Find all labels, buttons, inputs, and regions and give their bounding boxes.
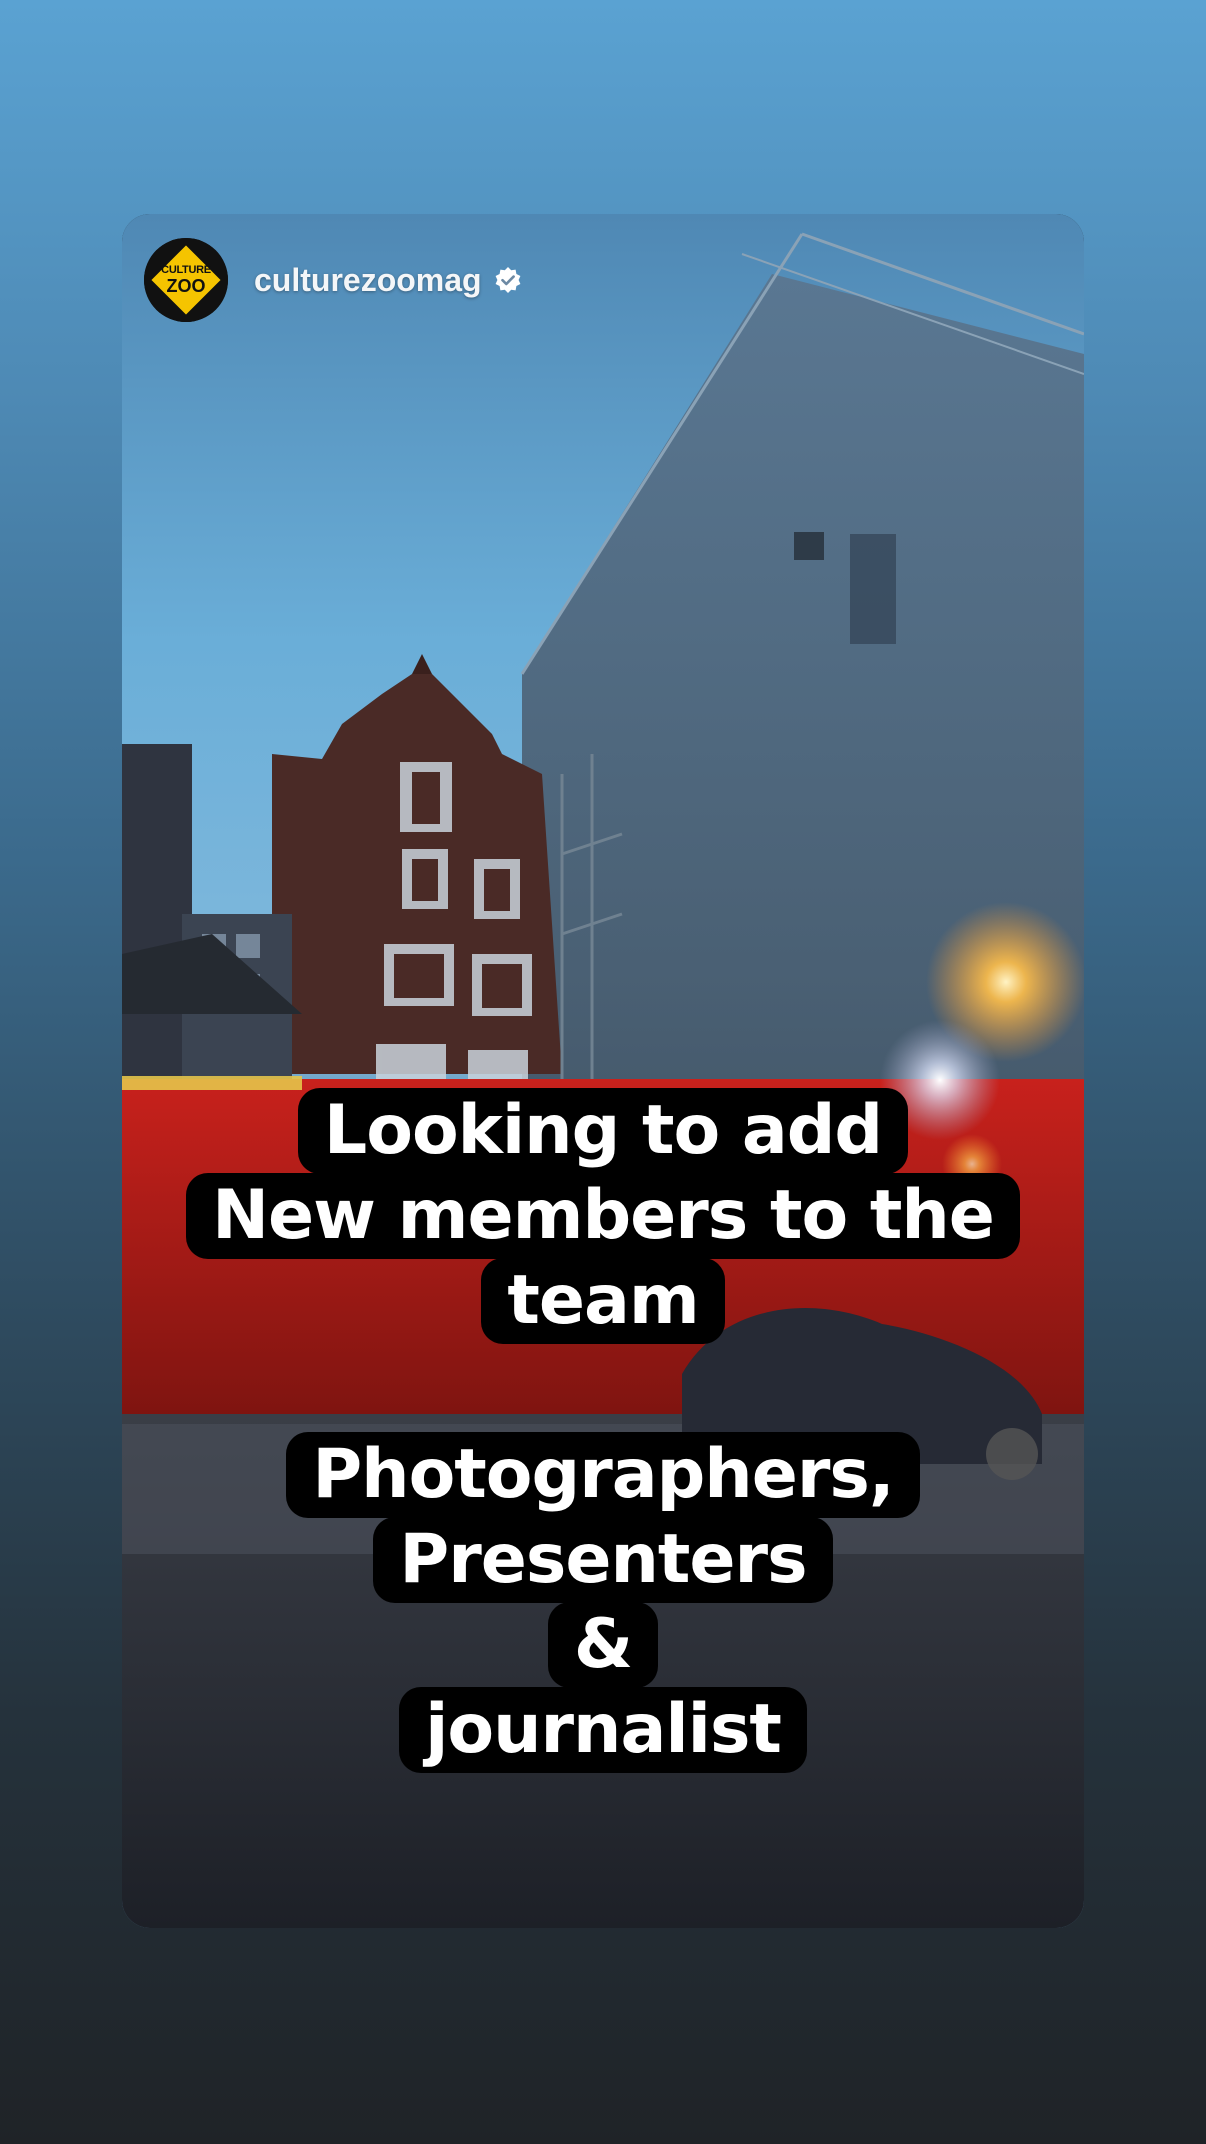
- caption-line: New members to the: [186, 1173, 1020, 1259]
- caption-line: team: [481, 1258, 725, 1344]
- caption-line: Photographers,: [286, 1432, 920, 1518]
- story-card[interactable]: CULTURE ZOO culturezoomag Looking to add…: [122, 214, 1084, 1928]
- caption-line: Presenters: [373, 1517, 833, 1603]
- logo-text-top: CULTURE: [161, 264, 211, 276]
- verified-badge-icon: [495, 267, 520, 293]
- logo-text-bottom: ZOO: [166, 276, 206, 296]
- caption-line: &: [547, 1602, 659, 1688]
- caption-line: Looking to add: [297, 1088, 909, 1174]
- account-username[interactable]: culturezoomag: [254, 262, 482, 299]
- caption-block-1: Looking to add New members to the team: [122, 1088, 1084, 1344]
- culture-zoo-logo-icon[interactable]: CULTURE ZOO: [144, 238, 228, 322]
- caption-block-2: Photographers, Presenters & journalist: [122, 1432, 1084, 1773]
- caption-line: journalist: [399, 1687, 807, 1773]
- story-header: CULTURE ZOO culturezoomag: [144, 238, 522, 322]
